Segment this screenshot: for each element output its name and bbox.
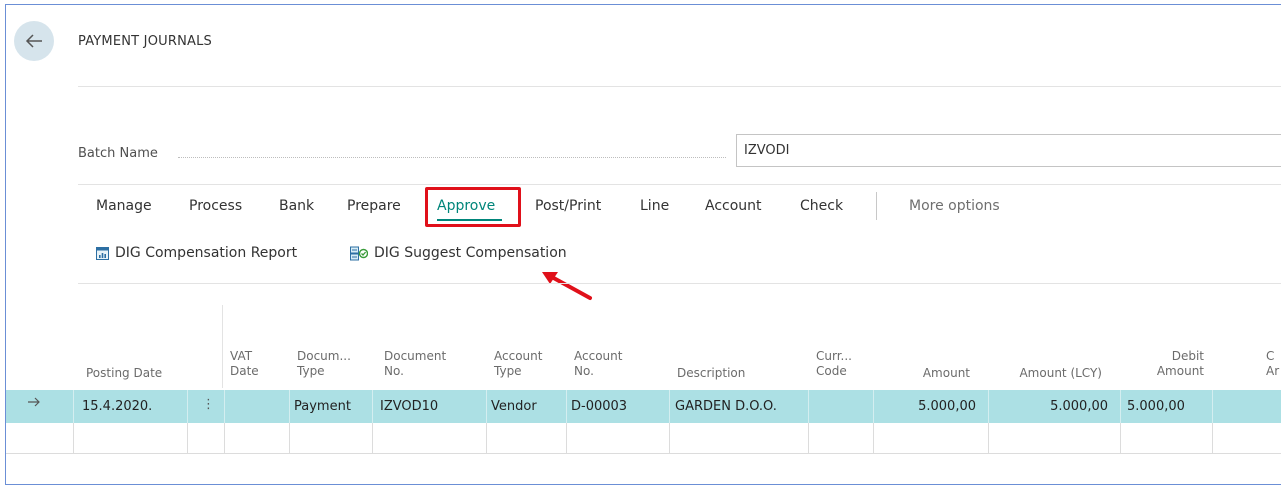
header-account-no-line2: No. bbox=[574, 364, 594, 378]
menu-prepare[interactable]: Prepare bbox=[347, 198, 401, 214]
menu-separator bbox=[876, 192, 877, 220]
cell-divider bbox=[73, 423, 74, 454]
header-debit-amount-line1: Debit bbox=[1171, 349, 1204, 363]
header-vat-date[interactable]: VAT Date bbox=[230, 349, 259, 379]
menu-manage[interactable]: Manage bbox=[96, 198, 152, 214]
cell-divider bbox=[669, 423, 670, 454]
cell-divider bbox=[808, 390, 809, 423]
header-amount-lcy[interactable]: Amount (LCY) bbox=[995, 366, 1102, 381]
header-account-no[interactable]: Account No. bbox=[574, 349, 622, 379]
header-currency-code-line2: Code bbox=[816, 364, 847, 378]
header-document-type[interactable]: Docum... Type bbox=[297, 349, 351, 379]
cell-divider bbox=[187, 390, 188, 423]
header-account-type-line1: Account bbox=[494, 349, 543, 363]
row-arrow-right-icon bbox=[27, 396, 41, 412]
cell-divider bbox=[808, 423, 809, 454]
cell-divider bbox=[1212, 423, 1213, 454]
dig-suggest-compensation-button[interactable]: DIG Suggest Compensation bbox=[350, 245, 567, 261]
report-icon bbox=[96, 246, 109, 260]
header-credit-amount-line1: C bbox=[1266, 349, 1275, 363]
header-amount[interactable]: Amount bbox=[890, 366, 970, 381]
cell-divider bbox=[289, 423, 290, 454]
cell-divider bbox=[486, 390, 487, 423]
cell-document-type[interactable]: Payment bbox=[294, 399, 351, 414]
header-account-type-line2: Type bbox=[494, 364, 522, 378]
cell-divider bbox=[566, 423, 567, 454]
cell-divider bbox=[566, 390, 567, 423]
menu-account[interactable]: Account bbox=[705, 198, 762, 214]
header-vat-date-line2: Date bbox=[230, 364, 259, 378]
cell-posting-date[interactable]: 15.4.2020. bbox=[82, 399, 152, 414]
menu-bank[interactable]: Bank bbox=[279, 198, 314, 214]
cell-document-no[interactable]: IZVOD10 bbox=[380, 399, 438, 414]
cell-divider bbox=[372, 423, 373, 454]
header-vat-date-line1: VAT bbox=[230, 349, 253, 363]
cell-divider bbox=[873, 423, 874, 454]
divider bbox=[78, 283, 1281, 284]
column-divider bbox=[222, 305, 223, 388]
header-posting-date[interactable]: Posting Date bbox=[86, 366, 162, 381]
header-document-no-line2: No. bbox=[384, 364, 404, 378]
dig-compensation-report-button[interactable]: DIG Compensation Report bbox=[96, 245, 297, 261]
cell-divider bbox=[1212, 390, 1213, 423]
cell-divider bbox=[1120, 390, 1121, 423]
page-title: PAYMENT JOURNALS bbox=[78, 34, 212, 49]
back-button[interactable] bbox=[14, 21, 54, 61]
menu-line[interactable]: Line bbox=[640, 198, 669, 214]
header-document-type-line1: Docum... bbox=[297, 349, 351, 363]
cell-amount-lcy[interactable]: 5.000,00 bbox=[993, 399, 1108, 414]
menu-check[interactable]: Check bbox=[800, 198, 843, 214]
batch-name-field[interactable]: IZVODI bbox=[736, 134, 1281, 167]
header-debit-amount-line2: Amount bbox=[1156, 364, 1204, 378]
menu-post-print[interactable]: Post/Print bbox=[535, 198, 601, 214]
header-currency-code[interactable]: Curr... Code bbox=[816, 349, 852, 379]
header-description[interactable]: Description bbox=[677, 366, 745, 381]
cell-divider bbox=[669, 390, 670, 423]
cell-divider bbox=[224, 390, 225, 423]
cell-divider bbox=[873, 390, 874, 423]
cell-account-no[interactable]: D-00003 bbox=[571, 399, 627, 414]
suggest-compensation-icon bbox=[350, 246, 368, 261]
red-arrow-annotation bbox=[542, 272, 592, 300]
arrow-left-icon bbox=[25, 34, 42, 48]
cell-divider bbox=[988, 390, 989, 423]
dig-suggest-compensation-label: DIG Suggest Compensation bbox=[374, 245, 567, 261]
divider bbox=[78, 184, 1281, 185]
more-options-button[interactable]: More options bbox=[909, 198, 1000, 214]
menu-process[interactable]: Process bbox=[189, 198, 242, 214]
header-debit-amount[interactable]: Debit Amount bbox=[1130, 349, 1204, 379]
cell-amount[interactable]: 5.000,00 bbox=[878, 399, 976, 414]
divider bbox=[78, 86, 1281, 87]
cell-divider bbox=[372, 390, 373, 423]
cell-divider bbox=[486, 423, 487, 454]
table-row-empty[interactable] bbox=[6, 423, 1281, 454]
batch-name-label: Batch Name bbox=[78, 146, 158, 161]
cell-divider bbox=[224, 423, 225, 454]
cell-description[interactable]: GARDEN D.O.O. bbox=[675, 399, 777, 414]
header-document-type-line2: Type bbox=[297, 364, 325, 378]
cell-divider bbox=[1120, 423, 1121, 454]
header-credit-amount-line2: Ar bbox=[1266, 364, 1280, 378]
highlight-box bbox=[425, 187, 521, 227]
header-credit-amount[interactable]: C Ar bbox=[1266, 349, 1279, 379]
cell-account-type[interactable]: Vendor bbox=[491, 399, 537, 414]
cell-divider bbox=[187, 423, 188, 454]
header-account-type[interactable]: Account Type bbox=[494, 349, 542, 379]
dig-compensation-report-label: DIG Compensation Report bbox=[115, 245, 298, 261]
cell-divider bbox=[73, 390, 74, 423]
header-currency-code-line1: Curr... bbox=[816, 349, 852, 363]
header-document-no-line1: Document bbox=[384, 349, 447, 363]
row-menu-icon[interactable]: ⋮ bbox=[202, 397, 215, 412]
header-document-no[interactable]: Document No. bbox=[384, 349, 446, 379]
cell-debit-amount[interactable]: 5.000,00 bbox=[1127, 399, 1185, 414]
cell-divider bbox=[988, 423, 989, 454]
batch-name-leader bbox=[178, 157, 726, 158]
header-account-no-line1: Account bbox=[574, 349, 623, 363]
cell-divider bbox=[289, 390, 290, 423]
